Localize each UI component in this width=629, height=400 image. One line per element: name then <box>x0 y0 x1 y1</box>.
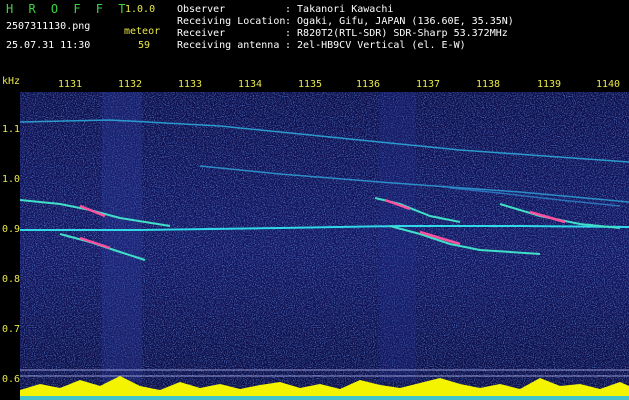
time-tick: 1136 <box>356 79 381 90</box>
info-value-antenna: : 2el-HB9CV Vertical (el. E-W) <box>285 40 466 51</box>
frequency-tick: 0.8 <box>2 274 21 285</box>
info-value-location: : Ogaki, Gifu, JAPAN (136.60E, 35.35N) <box>285 16 514 27</box>
time-tick: 1133 <box>178 79 203 90</box>
time-tick: 1137 <box>416 79 441 90</box>
time-tick: 1139 <box>537 79 562 90</box>
app-version: 1.0.0 <box>125 4 156 15</box>
info-label-location: Receiving Location <box>177 16 286 27</box>
info-label-receiver: Receiver <box>177 28 226 39</box>
info-label-observer: Observer <box>177 4 226 15</box>
interference-band <box>102 92 142 382</box>
info-value-receiver: : R820T2(RTL-SDR) SDR-Sharp 53.372MHz <box>285 28 508 39</box>
app-brand: H R O F F T <box>6 2 130 16</box>
event-count: 59 <box>138 40 151 51</box>
frequency-tick: 0.9 <box>2 224 21 235</box>
time-tick: 1132 <box>118 79 143 90</box>
time-tick: 1138 <box>476 79 501 90</box>
time-tick: 1140 <box>596 79 621 90</box>
spectrogram <box>20 92 629 400</box>
event-type: meteor <box>124 26 161 37</box>
info-label-antenna: Receiving antenna <box>177 40 280 51</box>
date-time: 25.07.31 11:30 <box>6 40 91 51</box>
file-name: 2507311130.png <box>6 21 91 32</box>
interference-band <box>380 92 416 382</box>
frequency-tick: 1.1 <box>2 124 21 135</box>
info-value-observer: : Takanori Kawachi <box>285 4 394 15</box>
frequency-tick: 1.0 <box>2 174 21 185</box>
time-tick: 1135 <box>298 79 323 90</box>
header-panel: H R O F F T 1.0.0 2507311130.png meteor … <box>0 0 629 76</box>
frequency-tick: 0.6 <box>2 374 21 385</box>
time-tick: 1131 <box>58 79 83 90</box>
signal-baseline <box>20 396 629 400</box>
time-tick: 1134 <box>238 79 263 90</box>
frequency-tick: 0.7 <box>2 324 21 335</box>
frequency-unit-label: kHz <box>2 76 21 87</box>
